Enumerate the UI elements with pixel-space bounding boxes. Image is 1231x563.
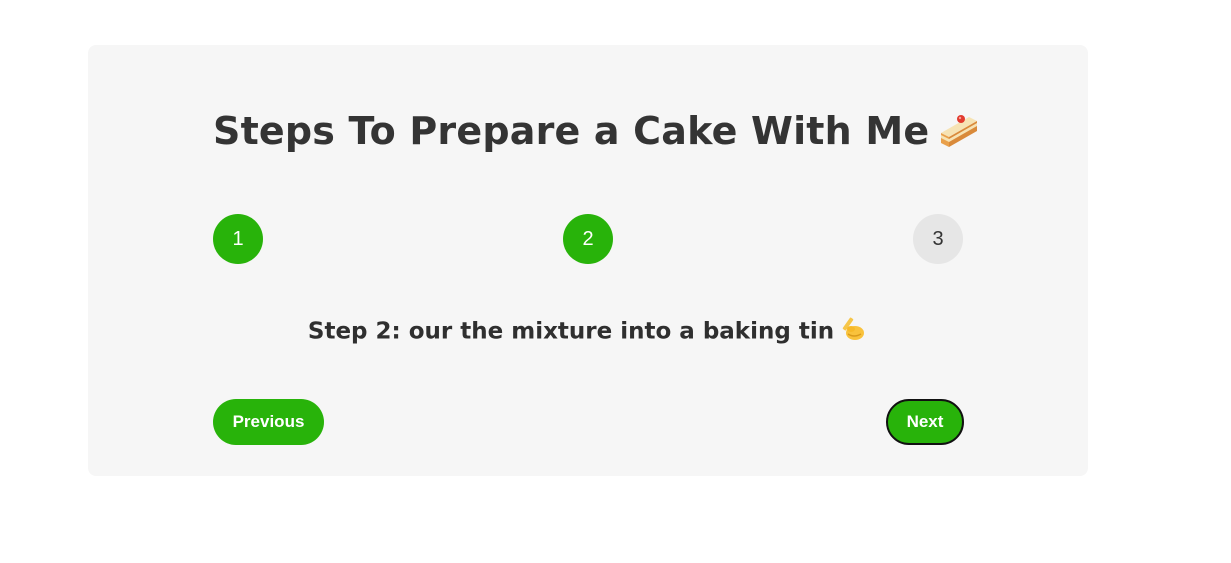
step-circle-2: 2 [563, 214, 613, 264]
page-title: Steps To Prepare a Cake With Me [213, 107, 981, 160]
title-text: Steps To Prepare a Cake With Me [213, 109, 930, 153]
step-message-text: Step 2: our the mixture into a baking ti… [307, 318, 835, 345]
next-button[interactable]: Next [886, 399, 964, 445]
step-message: Step 2: our the mixture into a baking ti… [88, 315, 1088, 349]
steps-card: Steps To Prepare a Cake With Me 1 2 3 St… [88, 45, 1088, 476]
step-circle-3: 3 [913, 214, 963, 264]
previous-button[interactable]: Previous [213, 399, 324, 445]
writing-hand-icon [840, 315, 868, 349]
step-indicator: 1 2 3 [213, 214, 963, 264]
cake-slice-icon [937, 107, 981, 160]
step-circle-1: 1 [213, 214, 263, 264]
